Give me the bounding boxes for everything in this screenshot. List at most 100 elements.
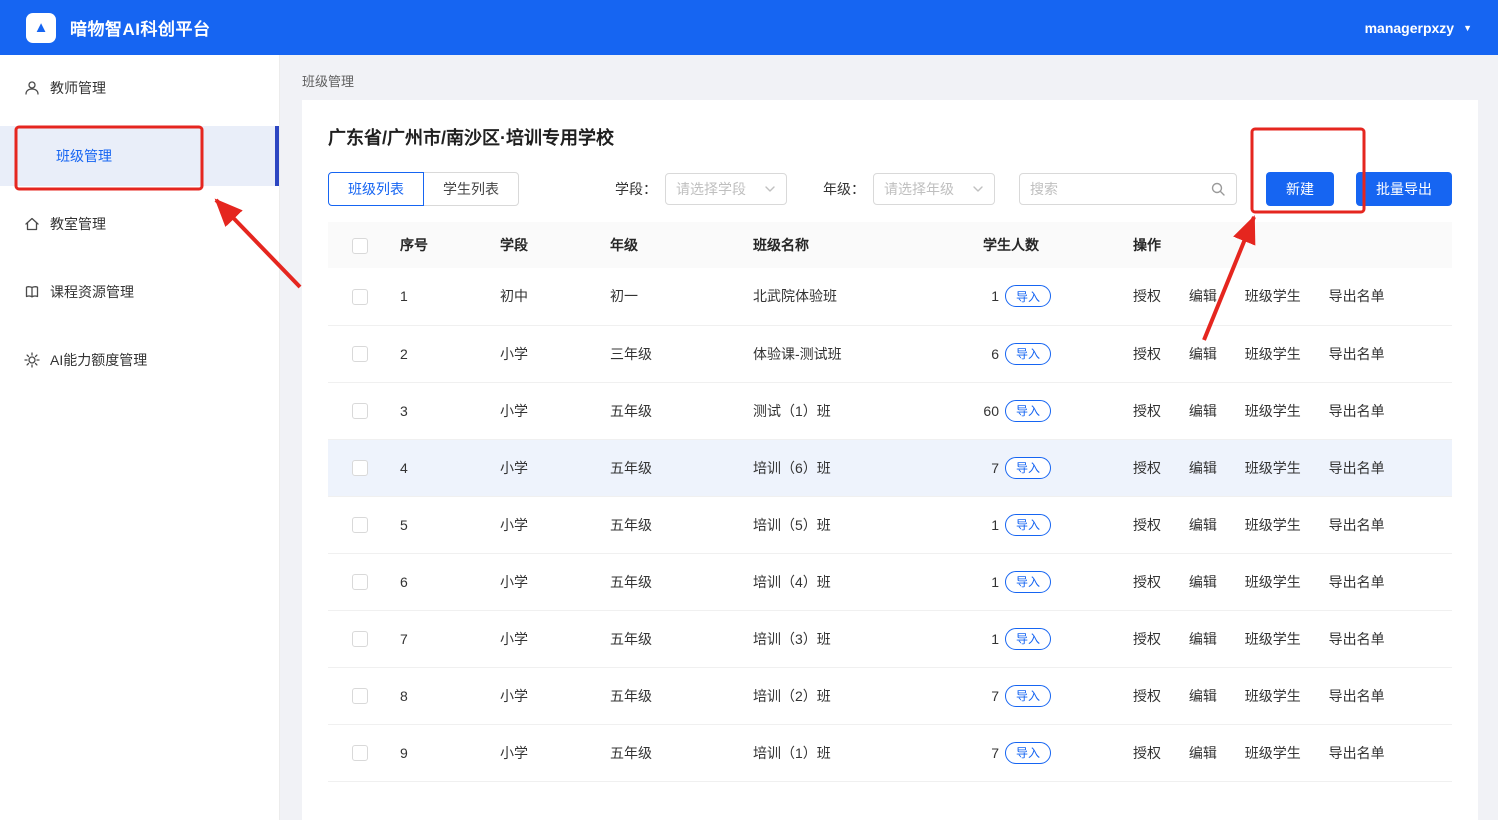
- cell-class-name: 培训（6）班: [745, 439, 975, 497]
- action-export-roster[interactable]: 导出名单: [1329, 517, 1385, 533]
- action-class-students[interactable]: 班级学生: [1245, 288, 1301, 304]
- user-icon: [24, 80, 40, 96]
- table-row: 4 小学 五年级 培训（6）班 7 导入 授权 编辑 班级学生 导出名单: [328, 439, 1452, 497]
- select-all-checkbox[interactable]: [352, 237, 368, 254]
- action-class-students[interactable]: 班级学生: [1245, 631, 1301, 647]
- action-edit[interactable]: 编辑: [1189, 631, 1217, 647]
- row-checkbox[interactable]: [352, 460, 368, 477]
- action-export-roster[interactable]: 导出名单: [1329, 574, 1385, 590]
- action-class-students[interactable]: 班级学生: [1245, 403, 1301, 419]
- content-card: 广东省/广州市/南沙区·培训专用学校 班级列表 学生列表 学段： 请选择学段 年…: [302, 100, 1478, 820]
- import-button[interactable]: 导入: [1005, 513, 1052, 536]
- action-export-roster[interactable]: 导出名单: [1329, 631, 1385, 647]
- import-button[interactable]: 导入: [1005, 741, 1052, 764]
- cell-index: 6: [392, 553, 492, 611]
- action-edit[interactable]: 编辑: [1189, 517, 1217, 533]
- grade-filter-label: 年级：: [823, 181, 865, 197]
- sidebar-item-class-management[interactable]: 班级管理: [0, 126, 279, 186]
- import-button[interactable]: 导入: [1005, 456, 1052, 479]
- import-button[interactable]: 导入: [1005, 570, 1052, 593]
- action-authorize[interactable]: 授权: [1133, 745, 1161, 761]
- app-window: ▲ 暗物智AI科创平台 managerpxzy ▼ 教师管理 班级管理 教室管理…: [0, 0, 1498, 820]
- action-class-students[interactable]: 班级学生: [1245, 460, 1301, 476]
- cell-grade: 五年级: [602, 610, 745, 668]
- action-class-students[interactable]: 班级学生: [1245, 346, 1301, 362]
- action-edit[interactable]: 编辑: [1189, 574, 1217, 590]
- action-edit[interactable]: 编辑: [1189, 346, 1217, 362]
- stage-select[interactable]: 请选择学段: [665, 173, 787, 205]
- action-authorize[interactable]: 授权: [1133, 631, 1161, 647]
- action-authorize[interactable]: 授权: [1133, 574, 1161, 590]
- row-actions: 授权 编辑 班级学生 导出名单: [1125, 667, 1452, 725]
- action-authorize[interactable]: 授权: [1133, 346, 1161, 362]
- sidebar-item-ai-quota-management[interactable]: AI能力额度管理: [0, 330, 279, 390]
- table-row: 2 小学 三年级 体验课-测试班 6 导入 授权 编辑 班级学生 导出名单: [328, 325, 1452, 383]
- action-edit[interactable]: 编辑: [1189, 745, 1217, 761]
- action-authorize[interactable]: 授权: [1133, 288, 1161, 304]
- action-export-roster[interactable]: 导出名单: [1329, 460, 1385, 476]
- row-checkbox[interactable]: [352, 574, 368, 591]
- cell-stage: 初中: [492, 268, 602, 326]
- action-class-students[interactable]: 班级学生: [1245, 745, 1301, 761]
- import-button[interactable]: 导入: [1005, 627, 1052, 650]
- cell-class-name: 北武院体验班: [745, 268, 975, 326]
- action-edit[interactable]: 编辑: [1189, 688, 1217, 704]
- user-menu[interactable]: managerpxzy ▼: [1365, 20, 1472, 36]
- action-export-roster[interactable]: 导出名单: [1329, 745, 1385, 761]
- create-button[interactable]: 新建: [1266, 172, 1334, 206]
- cell-student-count: 7: [991, 687, 999, 704]
- tab-class-list[interactable]: 班级列表: [328, 172, 424, 206]
- row-checkbox[interactable]: [352, 517, 368, 534]
- batch-export-button[interactable]: 批量导出: [1356, 172, 1452, 206]
- cell-stage: 小学: [492, 724, 602, 782]
- sidebar-item-teacher-management[interactable]: 教师管理: [0, 58, 279, 118]
- import-button[interactable]: 导入: [1005, 684, 1052, 707]
- action-export-roster[interactable]: 导出名单: [1329, 688, 1385, 704]
- action-class-students[interactable]: 班级学生: [1245, 517, 1301, 533]
- action-edit[interactable]: 编辑: [1189, 288, 1217, 304]
- tab-student-list[interactable]: 学生列表: [423, 172, 519, 206]
- cell-stage: 小学: [492, 496, 602, 554]
- cell-student-count: 1: [991, 573, 999, 590]
- cell-class-name: 体验课-测试班: [745, 325, 975, 383]
- row-checkbox[interactable]: [352, 346, 368, 363]
- action-export-roster[interactable]: 导出名单: [1329, 346, 1385, 362]
- action-authorize[interactable]: 授权: [1133, 517, 1161, 533]
- app-logo: ▲: [26, 12, 56, 43]
- resource-icon: [24, 284, 40, 300]
- logo-triangle-icon: ▲: [33, 19, 49, 36]
- action-export-roster[interactable]: 导出名单: [1329, 403, 1385, 419]
- row-checkbox[interactable]: [352, 288, 368, 305]
- sidebar-item-course-resources[interactable]: 课程资源管理: [0, 262, 279, 322]
- sidebar-item-classroom-management[interactable]: 教室管理: [0, 194, 279, 254]
- cell-index: 7: [392, 610, 492, 668]
- row-checkbox[interactable]: [352, 745, 368, 762]
- grade-select[interactable]: 请选择年级: [873, 173, 995, 205]
- action-authorize[interactable]: 授权: [1133, 688, 1161, 704]
- search-input[interactable]: [1030, 181, 1210, 197]
- cell-student-count: 60: [983, 402, 999, 419]
- action-edit[interactable]: 编辑: [1189, 403, 1217, 419]
- cell-index: 8: [392, 667, 492, 725]
- action-authorize[interactable]: 授权: [1133, 460, 1161, 476]
- action-export-roster[interactable]: 导出名单: [1329, 288, 1385, 304]
- row-checkbox[interactable]: [352, 403, 368, 420]
- action-edit[interactable]: 编辑: [1189, 460, 1217, 476]
- gear-icon: [24, 352, 40, 368]
- action-class-students[interactable]: 班级学生: [1245, 688, 1301, 704]
- cell-grade: 五年级: [602, 496, 745, 554]
- action-class-students[interactable]: 班级学生: [1245, 574, 1301, 590]
- row-actions: 授权 编辑 班级学生 导出名单: [1125, 724, 1452, 782]
- row-checkbox[interactable]: [352, 631, 368, 648]
- import-button[interactable]: 导入: [1005, 285, 1052, 308]
- username: managerpxzy: [1364, 19, 1455, 36]
- action-authorize[interactable]: 授权: [1133, 403, 1161, 419]
- import-button[interactable]: 导入: [1005, 342, 1052, 365]
- row-checkbox[interactable]: [352, 688, 368, 705]
- table-row: 3 小学 五年级 测试（1）班 60 导入 授权 编辑 班级学生 导出名单: [328, 382, 1452, 440]
- table-row: 8 小学 五年级 培训（2）班 7 导入 授权 编辑 班级学生 导出名单: [328, 667, 1452, 725]
- col-operations: 操作: [1125, 222, 1452, 268]
- import-button[interactable]: 导入: [1005, 399, 1052, 422]
- table-header-row: 序号 学段 年级 班级名称 学生人数 操作: [328, 222, 1452, 268]
- grade-select-value: 请选择年级: [884, 181, 954, 197]
